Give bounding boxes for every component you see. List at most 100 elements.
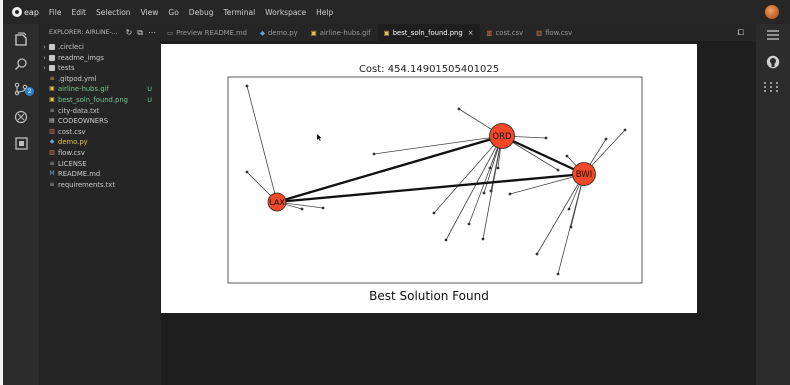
more-icon[interactable]: ⋯ bbox=[148, 28, 156, 37]
tab-best-soln-found[interactable]: ▣ best_soln_found.png × bbox=[377, 24, 481, 41]
tree-folder-readme-imgs[interactable]: › readme_imgs bbox=[39, 53, 161, 64]
image-file-icon: ▣ bbox=[310, 28, 317, 37]
tree-file-gitpod[interactable]: ≡ .gitpod.yml bbox=[39, 74, 161, 85]
tab-label: airline-hubs.gif bbox=[319, 28, 371, 37]
image-file-icon: ▣ bbox=[49, 95, 55, 103]
right-side-bar bbox=[756, 24, 790, 385]
yml-file-icon: ≡ bbox=[49, 74, 55, 82]
tab-cost-csv[interactable]: ▥ cost.csv bbox=[480, 24, 530, 41]
tab-label: cost.csv bbox=[495, 28, 524, 37]
file-tree: › .circleci › readme_imgs › tests ≡ .git… bbox=[39, 41, 161, 190]
untracked-badge: U bbox=[147, 95, 152, 104]
menu-file[interactable]: File bbox=[49, 8, 62, 17]
chevron-right-icon: › bbox=[43, 53, 46, 62]
hub-node-bwi: BWI bbox=[572, 162, 596, 186]
menu-selection[interactable]: Selection bbox=[96, 8, 131, 17]
search-icon[interactable] bbox=[3, 53, 39, 75]
tree-file-demo-py[interactable]: ◆ demo.py bbox=[39, 137, 161, 148]
tree-file-airline-hubs[interactable]: ▣ airline-hubs.gif U bbox=[39, 84, 161, 95]
menu-help[interactable]: Help bbox=[316, 8, 333, 17]
tab-label: best_soln_found.png bbox=[392, 28, 463, 37]
text-file-icon: ≡ bbox=[49, 180, 55, 188]
chevron-right-icon: › bbox=[43, 64, 46, 73]
logo-icon bbox=[12, 7, 22, 17]
tree-item-label: airline-hubs.gif bbox=[58, 85, 109, 94]
svg-text:LAX: LAX bbox=[269, 198, 285, 207]
menu-debug[interactable]: Debug bbox=[189, 8, 214, 17]
menu-bar: eap File Edit Selection View Go Debug Te… bbox=[3, 0, 790, 24]
tree-item-label: .gitpod.yml bbox=[58, 74, 97, 83]
python-file-icon: ◆ bbox=[49, 138, 55, 146]
tree-item-label: city-data.txt bbox=[58, 106, 100, 115]
tree-item-label: best_soln_found.png bbox=[58, 95, 128, 104]
tab-label: flow.csv bbox=[545, 28, 573, 37]
logo-text: eap bbox=[24, 7, 39, 17]
user-avatar[interactable] bbox=[765, 5, 779, 19]
tree-item-label: cost.csv bbox=[58, 127, 86, 136]
tree-file-license[interactable]: ≡ LICENSE bbox=[39, 159, 161, 170]
figure-cost-title: Cost: 454.14901505401025 bbox=[359, 64, 499, 75]
hub-node-lax: LAX bbox=[267, 192, 287, 212]
image-file-icon: ▣ bbox=[383, 28, 390, 37]
svg-text:BWI: BWI bbox=[576, 170, 592, 180]
markdown-file-icon: M bbox=[49, 170, 55, 178]
tab-airline-hubs[interactable]: ▣ airline-hubs.gif bbox=[305, 24, 378, 41]
svg-text:ORD: ORD bbox=[492, 132, 512, 142]
network-figure: Cost: 454.14901505401025 LAX ORD BWI Bes… bbox=[227, 64, 643, 303]
explorer-header: EXPLORER: AIRLINE-... ↻ ⧉ ⋯ bbox=[39, 24, 161, 41]
tab-label: Preview README.md bbox=[176, 28, 247, 37]
split-editor-icon[interactable]: ⧠ bbox=[738, 28, 744, 38]
apps-grid-icon[interactable] bbox=[764, 82, 780, 92]
refresh-icon[interactable]: ↻ bbox=[126, 28, 133, 37]
tree-file-best-soln[interactable]: ▣ best_soln_found.png U bbox=[39, 95, 161, 106]
tab-flow-csv[interactable]: ▥ flow.csv bbox=[530, 24, 579, 41]
menu-go[interactable]: Go bbox=[168, 8, 178, 17]
tree-item-label: requirements.txt bbox=[58, 180, 115, 189]
tree-folder-tests[interactable]: › tests bbox=[39, 63, 161, 74]
tab-preview-readme[interactable]: ▭ Preview README.md bbox=[161, 24, 254, 41]
files-icon[interactable] bbox=[3, 28, 39, 50]
tree-file-cost-csv[interactable]: ▥ cost.csv bbox=[39, 127, 161, 138]
source-control-badge: 2 bbox=[25, 87, 34, 96]
menu-icon[interactable] bbox=[756, 29, 790, 43]
menu-workspace[interactable]: Workspace bbox=[265, 8, 306, 17]
explorer-title: EXPLORER: AIRLINE-... bbox=[49, 29, 118, 36]
python-file-icon: ◆ bbox=[259, 28, 265, 37]
tree-item-label: tests bbox=[58, 64, 75, 73]
tree-file-readme[interactable]: M README.md bbox=[39, 169, 161, 180]
chevron-right-icon: › bbox=[43, 43, 46, 51]
tab-label: demo.py bbox=[267, 28, 298, 37]
csv-file-icon: ▥ bbox=[49, 127, 55, 135]
preview-icon: ▭ bbox=[167, 28, 174, 37]
license-file-icon: ≡ bbox=[49, 159, 55, 167]
tree-item-label: flow.csv bbox=[58, 148, 85, 157]
explorer-sidebar: EXPLORER: AIRLINE-... ↻ ⧉ ⋯ › .circleci … bbox=[39, 24, 161, 385]
tab-demo-py[interactable]: ◆ demo.py bbox=[254, 24, 305, 41]
tree-file-flow-csv[interactable]: ▥ flow.csv bbox=[39, 148, 161, 159]
folder-icon bbox=[49, 54, 55, 61]
tree-item-label: CODEOWNERS bbox=[58, 117, 109, 126]
image-preview: Cost: 454.14901505401025 LAX ORD BWI Bes… bbox=[161, 44, 697, 313]
untracked-badge: U bbox=[147, 85, 152, 94]
menu-terminal[interactable]: Terminal bbox=[223, 8, 255, 17]
image-file-icon: ▣ bbox=[49, 85, 55, 93]
tree-folder-circleci[interactable]: › .circleci bbox=[39, 42, 161, 53]
menu-edit[interactable]: Edit bbox=[71, 8, 86, 17]
close-icon[interactable]: × bbox=[468, 29, 474, 37]
csv-file-icon: ▥ bbox=[486, 28, 493, 37]
activity-bar: 2 bbox=[3, 24, 39, 385]
tree-item-label: demo.py bbox=[58, 138, 88, 147]
ide-window: eap File Edit Selection View Go Debug Te… bbox=[0, 0, 790, 385]
figure-caption: Best Solution Found bbox=[369, 289, 489, 303]
collapse-all-icon[interactable]: ⧉ bbox=[137, 28, 143, 38]
debug-icon[interactable] bbox=[3, 106, 39, 128]
app-logo[interactable]: eap bbox=[12, 7, 39, 17]
tree-file-requirements[interactable]: ≡ requirements.txt bbox=[39, 180, 161, 191]
extensions-icon[interactable] bbox=[3, 132, 39, 154]
folder-icon bbox=[49, 65, 55, 72]
tree-item-label: .circleci bbox=[58, 43, 84, 51]
tree-file-codeowners[interactable]: ▤ CODEOWNERS bbox=[39, 116, 161, 127]
tree-file-city-data[interactable]: ≡ city-data.txt bbox=[39, 106, 161, 117]
menu-view[interactable]: View bbox=[141, 8, 159, 17]
github-icon[interactable] bbox=[756, 55, 790, 72]
